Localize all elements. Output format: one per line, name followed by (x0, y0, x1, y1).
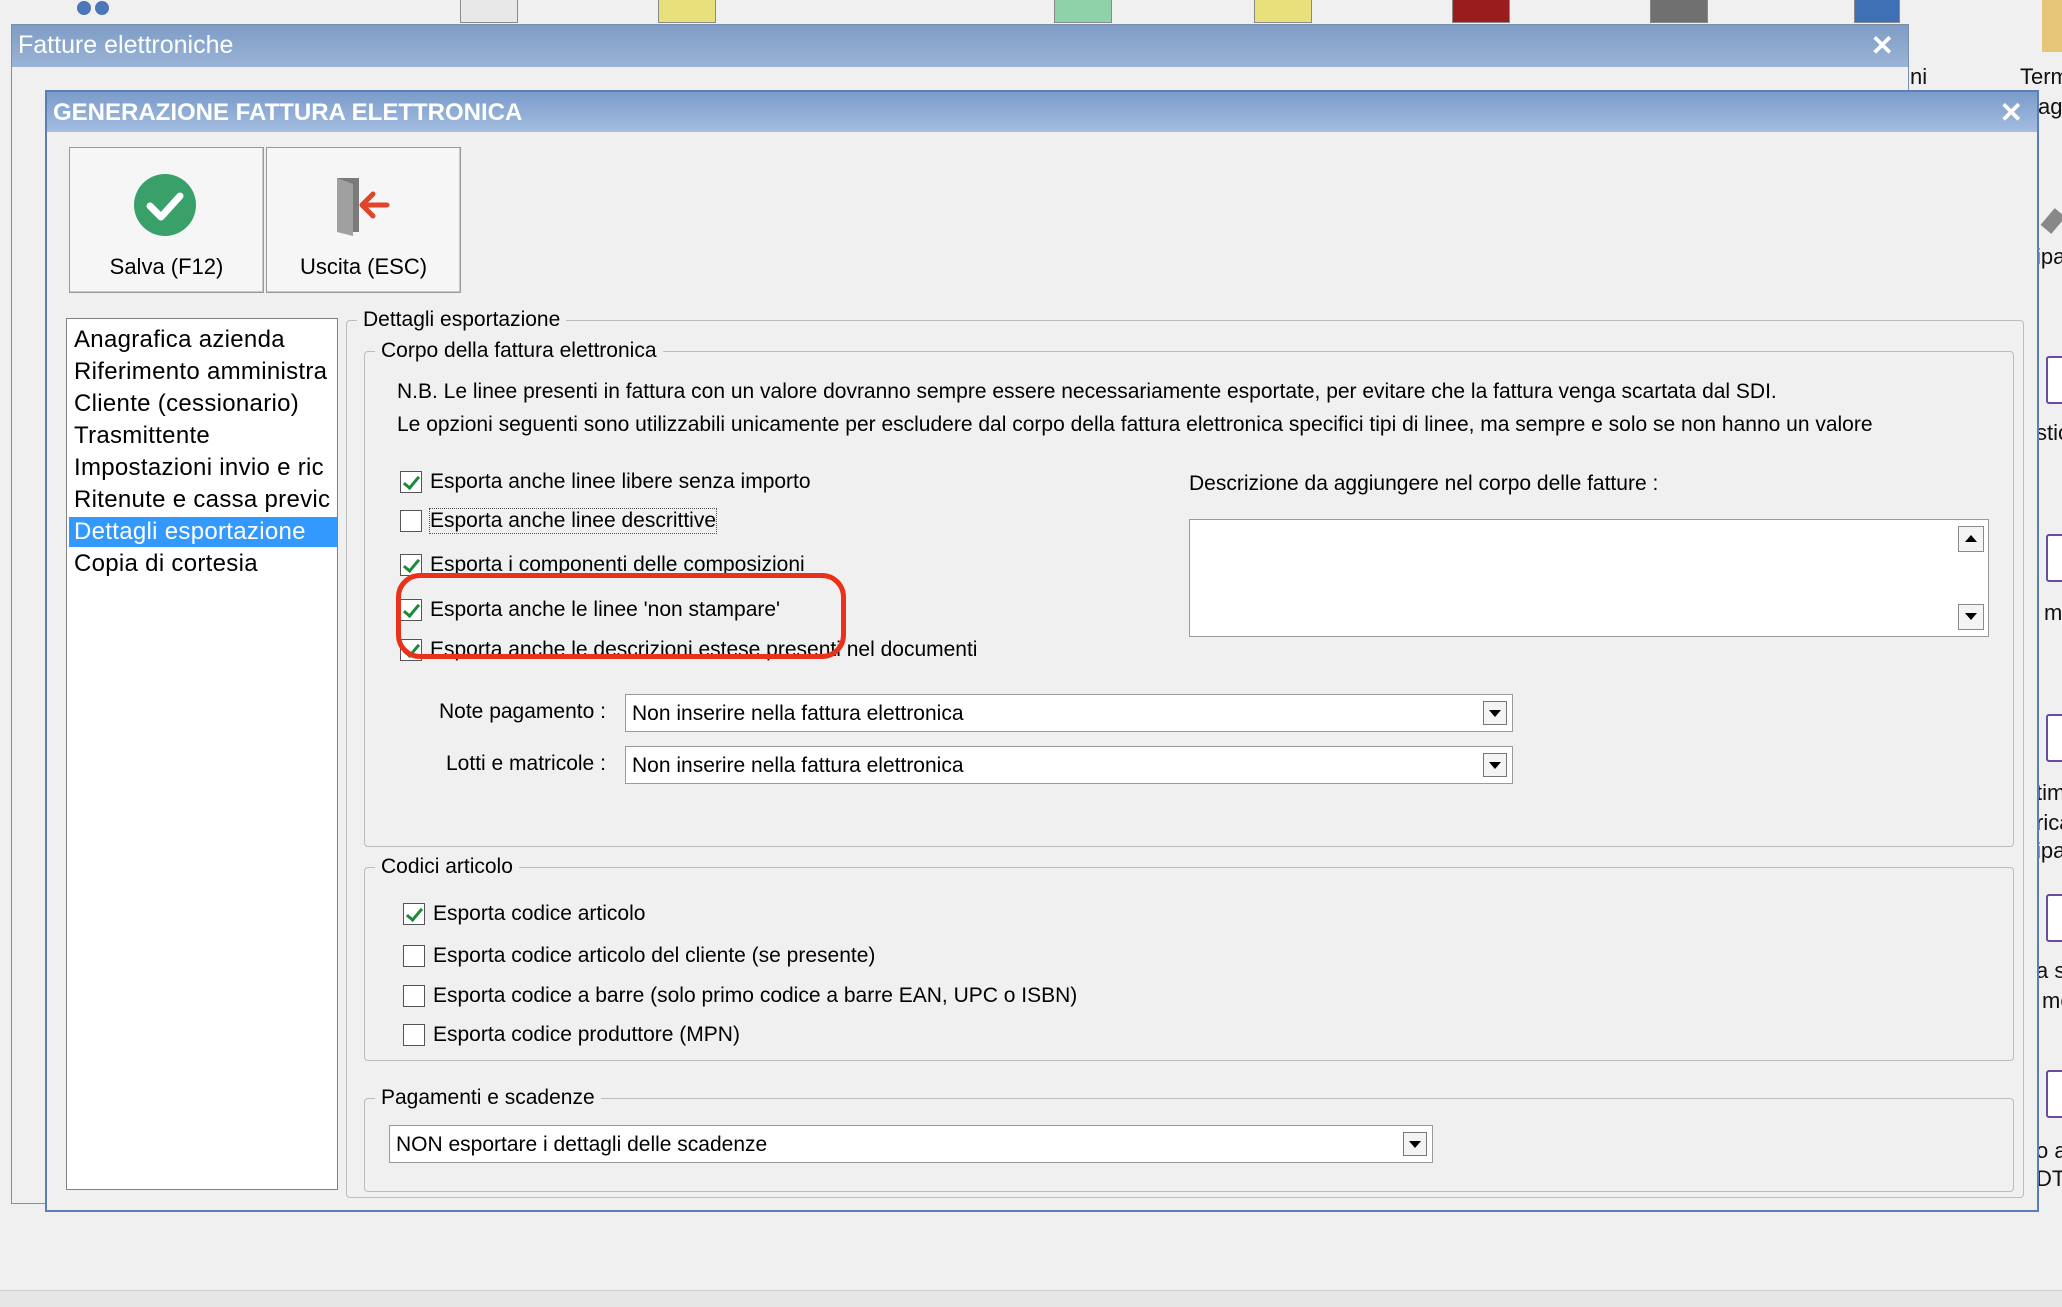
exit-button[interactable]: Uscita (ESC) (266, 147, 461, 293)
checkbox-codice-cliente-label[interactable]: Esporta codice articolo del cliente (se … (433, 944, 875, 968)
bg-document-icon (2046, 1070, 2062, 1118)
bg-user-icon (72, 0, 116, 22)
bg-label: Term (2020, 64, 2062, 89)
checkbox-codice-barre-label[interactable]: Esporta codice a barre (solo primo codic… (433, 984, 1077, 1008)
nav-item-impostazioni[interactable]: Impostazioni invio e ric (69, 453, 337, 483)
status-bar (0, 1290, 2062, 1307)
checkbox-codice-produttore-label[interactable]: Esporta codice produttore (MPN) (433, 1023, 740, 1047)
bg-toolbar-icon (1854, 0, 1900, 23)
outer-close-icon[interactable]: ✕ (1871, 29, 1894, 62)
checkbox-codice-produttore[interactable] (403, 1024, 425, 1046)
bg-label: ipa (2036, 838, 2062, 863)
settings-nav-list: Anagrafica azienda Riferimento amministr… (66, 318, 338, 1190)
bg-document-icon (2046, 714, 2062, 762)
bg-label: mo (2042, 988, 2062, 1013)
bg-toolbar-icon (1054, 0, 1112, 23)
lotti-label: Lotti e matricole : (446, 752, 606, 775)
bg-document-icon (2046, 356, 2062, 404)
note-pagamento-label: Note pagamento : (439, 700, 606, 723)
body-note-line1: N.B. Le linee presenti in fattura con un… (397, 380, 1777, 403)
dialog-title: GENERAZIONE FATTURA ELETTRONICA (53, 99, 523, 126)
checkbox-codice-barre[interactable] (403, 985, 425, 1007)
details-group-title: Dettagli esportazione (357, 308, 567, 332)
bg-toolbar-icon (1452, 0, 1510, 23)
bg-label: ni (1910, 64, 1928, 89)
nav-item-ritenute[interactable]: Ritenute e cassa previc (69, 485, 337, 515)
checkbox-codice-articolo[interactable] (403, 903, 425, 925)
bg-document-icon (2046, 534, 2062, 582)
checkbox-linee-descrittive-label[interactable]: Esporta anche linee descrittive (429, 508, 717, 534)
bg-label: o a (2036, 1138, 2062, 1163)
bg-label: stic (2036, 420, 2062, 445)
save-button-label: Salva (F12) (109, 254, 224, 279)
nav-item-cliente[interactable]: Cliente (cessionario) (69, 389, 337, 419)
bg-pencil-icon (2040, 208, 2062, 234)
nav-item-dettagli[interactable]: Dettagli esportazione (69, 517, 337, 547)
note-pagamento-value: Non inserire nella fattura elettronica (632, 702, 964, 725)
bg-label: ipa (2036, 244, 2062, 269)
checkmark-icon (134, 174, 196, 236)
bg-label: a s (2036, 958, 2062, 983)
bg-toolbar-icon (460, 0, 518, 23)
bg-toolbar-icon (658, 0, 716, 23)
lotti-value: Non inserire nella fattura elettronica (632, 754, 964, 777)
bg-briefcase-icon (1650, 0, 1708, 23)
checkbox-linee-libere[interactable] (400, 471, 422, 493)
body-group-title: Corpo della fattura elettronica (375, 339, 663, 363)
description-textarea[interactable] (1189, 519, 1989, 637)
bg-folder-icon (2042, 0, 2062, 52)
exit-door-icon (337, 178, 390, 236)
chevron-down-icon[interactable] (1403, 1132, 1427, 1156)
pagamenti-select[interactable]: NON esportare i dettagli delle scadenze (389, 1125, 1433, 1163)
codici-group-title: Codici articolo (375, 855, 519, 879)
bg-label: rica (2036, 810, 2062, 835)
nav-item-riferimento[interactable]: Riferimento amministra (69, 357, 337, 387)
chevron-down-icon[interactable] (1483, 753, 1507, 777)
body-note-line2: Le opzioni seguenti sono utilizzabili un… (397, 413, 1873, 436)
highlight-annotation (396, 573, 846, 659)
outer-window-title: Fatture elettroniche (18, 31, 234, 59)
note-pagamento-select[interactable]: Non inserire nella fattura elettronica (625, 694, 1513, 732)
checkbox-codice-articolo-label[interactable]: Esporta codice articolo (433, 902, 645, 926)
dialog-titlebar: GENERAZIONE FATTURA ELETTRONICA ✕ (47, 92, 2037, 132)
lotti-select[interactable]: Non inserire nella fattura elettronica (625, 746, 1513, 784)
bg-label: ag (2038, 94, 2062, 119)
exit-button-label: Uscita (ESC) (299, 254, 428, 279)
pagamenti-value: NON esportare i dettagli delle scadenze (396, 1133, 768, 1156)
bg-label: m (2044, 600, 2062, 625)
dialog: GENERAZIONE FATTURA ELETTRONICA ✕ Salva … (45, 90, 2039, 1212)
save-button[interactable]: Salva (F12) (69, 147, 264, 293)
bg-toolbar-icon (1254, 0, 1312, 23)
outer-window-titlebar: Fatture elettroniche ✕ (12, 25, 1908, 67)
checkbox-codice-cliente[interactable] (403, 945, 425, 967)
bg-label: tim (2036, 780, 2062, 805)
checkbox-linee-descrittive[interactable] (400, 510, 422, 532)
nav-item-copia[interactable]: Copia di cortesia (69, 549, 337, 579)
description-label: Descrizione da aggiungere nel corpo dell… (1189, 472, 1659, 495)
checkbox-linee-libere-label[interactable]: Esporta anche linee libere senza importo (430, 470, 811, 494)
nav-item-trasmittente[interactable]: Trasmittente (69, 421, 337, 451)
bg-document-icon (2046, 894, 2062, 942)
nav-item-anagrafica[interactable]: Anagrafica azienda (69, 325, 337, 355)
pagamenti-group-title: Pagamenti e scadenze (375, 1086, 601, 1110)
bg-label: DT (2036, 1166, 2062, 1191)
scroll-up-icon[interactable] (1958, 526, 1984, 552)
chevron-down-icon[interactable] (1483, 701, 1507, 725)
scroll-down-icon[interactable] (1958, 604, 1984, 630)
dialog-close-icon[interactable]: ✕ (2000, 96, 2023, 129)
